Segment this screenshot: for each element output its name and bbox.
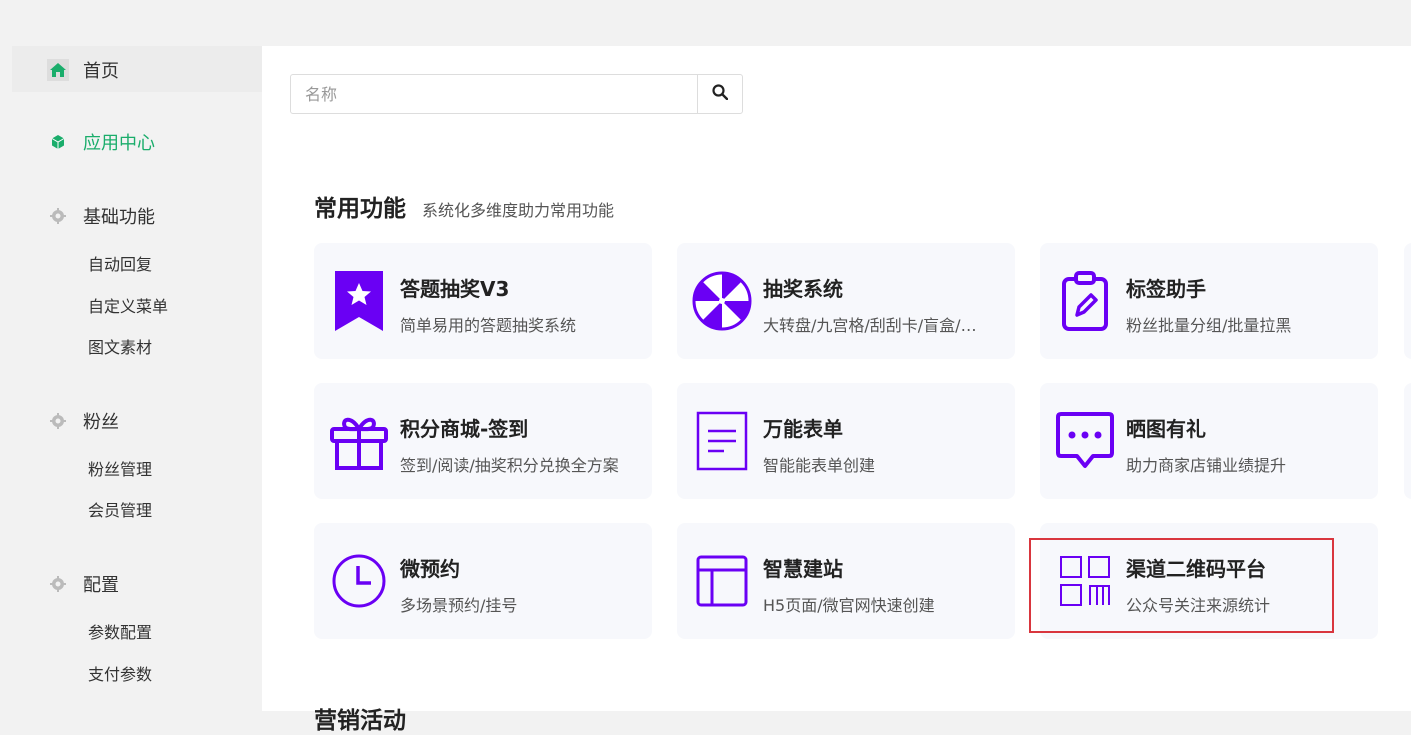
tag-clipboard-icon [1054,270,1116,332]
chat-bubble-icon [1054,410,1116,472]
gift-icon [328,410,390,472]
section-header: 常用功能 系统化多维度助力常用功能 [314,189,614,223]
search-bar [290,74,743,114]
wheel-icon [691,270,753,332]
app-card-desc: 多场景预约/挂号 [400,596,518,615]
sidebar-group-config[interactable]: 配置 [12,569,119,599]
sidebar-item-label: 应用中心 [83,133,155,154]
sidebar-item-app-center[interactable]: 应用中心 [12,127,155,157]
app-card-desc: 智能能表单创建 [763,456,876,475]
layout-icon [691,550,753,612]
app-card-title: 晒图有礼 [1126,417,1206,441]
home-icon [47,59,69,81]
app-card-desc: 大转盘/九宫格/刮刮卡/盲盒/… [763,316,977,335]
app-card-desc: 简单易用的答题抽奖系统 [400,316,577,335]
cube-icon [47,131,69,153]
qrcode-icon [1054,550,1116,612]
app-card[interactable]: 智慧建站 H5页面/微官网快速创建 [677,523,1015,639]
app-card[interactable]: 万能表单 智能能表单创建 [677,383,1015,499]
clock-icon [328,550,390,612]
app-card[interactable]: 晒图有礼 助力商家店铺业绩提升 [1040,383,1378,499]
app-card-desc: 粉丝批量分组/批量拉黑 [1126,316,1292,335]
star-ribbon-icon [328,270,390,332]
app-card-title: 万能表单 [763,417,843,441]
sidebar-item-auto-reply[interactable]: 自动回复 [88,251,152,275]
app-card[interactable]: 渠道二维码平台 公众号关注来源统计 [1040,523,1378,639]
app-card[interactable]: 标签助手 粉丝批量分组/批量拉黑 [1040,243,1378,359]
app-card-title: 标签助手 [1126,277,1206,301]
section-title: 常用功能 [314,196,406,222]
main-content: 常用功能 系统化多维度助力常用功能 答题抽奖V3 简单易用的答题抽奖系统 抽奖系… [262,46,1411,734]
sidebar-item-pay-params[interactable]: 支付参数 [88,661,152,685]
search-button[interactable] [697,75,742,113]
sidebar-group-label: 基础功能 [83,207,155,228]
app-card-desc: 助力商家店铺业绩提升 [1126,456,1287,475]
sidebar: 首页 应用中心 基础功能 自动回复 自定义菜单 图文素材 粉丝 粉丝管理 会员管… [12,46,262,711]
gear-icon [47,205,69,227]
search-input[interactable] [291,75,697,113]
app-card-desc: 签到/阅读/抽奖积分兑换全方案 [400,456,619,475]
search-icon [712,84,729,104]
gear-icon [47,410,69,432]
app-card-title: 抽奖系统 [763,277,843,301]
app-card-partial[interactable] [1404,383,1411,499]
section-subtitle: 系统化多维度助力常用功能 [422,201,615,220]
app-card-title: 渠道二维码平台 [1126,557,1266,581]
app-card-desc: 公众号关注来源统计 [1126,596,1271,615]
next-section-title: 营销活动 [314,708,406,734]
app-card[interactable]: 微预约 多场景预约/挂号 [314,523,652,639]
app-card-desc: H5页面/微官网快速创建 [763,596,935,615]
sidebar-item-param-config[interactable]: 参数配置 [88,619,152,643]
app-card-title: 智慧建站 [763,557,843,581]
app-card[interactable]: 抽奖系统 大转盘/九宫格/刮刮卡/盲盒/… [677,243,1015,359]
sidebar-group-label: 粉丝 [83,412,119,433]
sidebar-item-home[interactable]: 首页 [12,55,119,85]
sidebar-item-fans-manage[interactable]: 粉丝管理 [88,456,152,480]
gear-icon [47,573,69,595]
app-card-title: 微预约 [400,557,460,581]
sidebar-group-label: 配置 [83,575,119,596]
sidebar-item-custom-menu[interactable]: 自定义菜单 [88,293,168,317]
sidebar-item-member-manage[interactable]: 会员管理 [88,497,152,521]
sidebar-group-fans[interactable]: 粉丝 [12,406,119,436]
app-card-partial[interactable] [1404,243,1411,359]
sidebar-group-basic[interactable]: 基础功能 [12,201,155,231]
form-icon [691,410,753,472]
sidebar-item-label: 首页 [83,61,119,82]
app-card[interactable]: 积分商城-签到 签到/阅读/抽奖积分兑换全方案 [314,383,652,499]
app-card[interactable]: 答题抽奖V3 简单易用的答题抽奖系统 [314,243,652,359]
app-card-title: 积分商城-签到 [400,417,529,441]
sidebar-item-media[interactable]: 图文素材 [88,334,152,358]
app-card-title: 答题抽奖V3 [400,277,510,301]
